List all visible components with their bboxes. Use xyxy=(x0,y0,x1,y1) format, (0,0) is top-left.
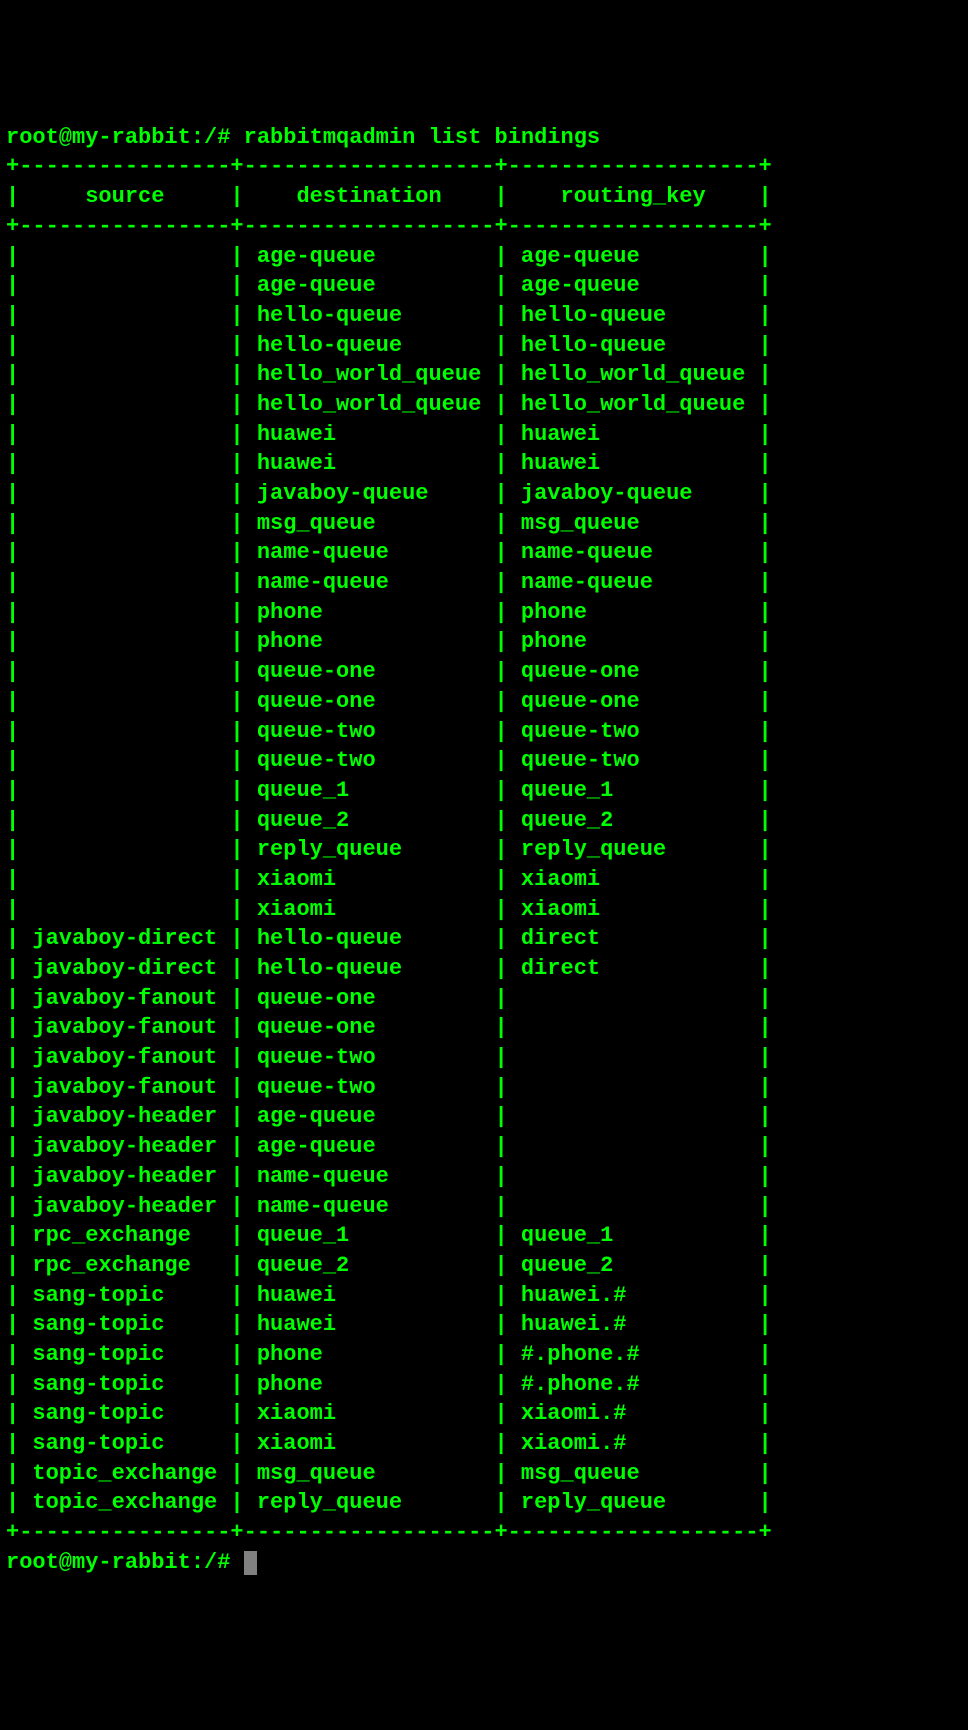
terminal-output: root@my-rabbit:/# rabbitmqadmin list bin… xyxy=(6,123,962,1578)
cursor[interactable] xyxy=(244,1551,257,1575)
